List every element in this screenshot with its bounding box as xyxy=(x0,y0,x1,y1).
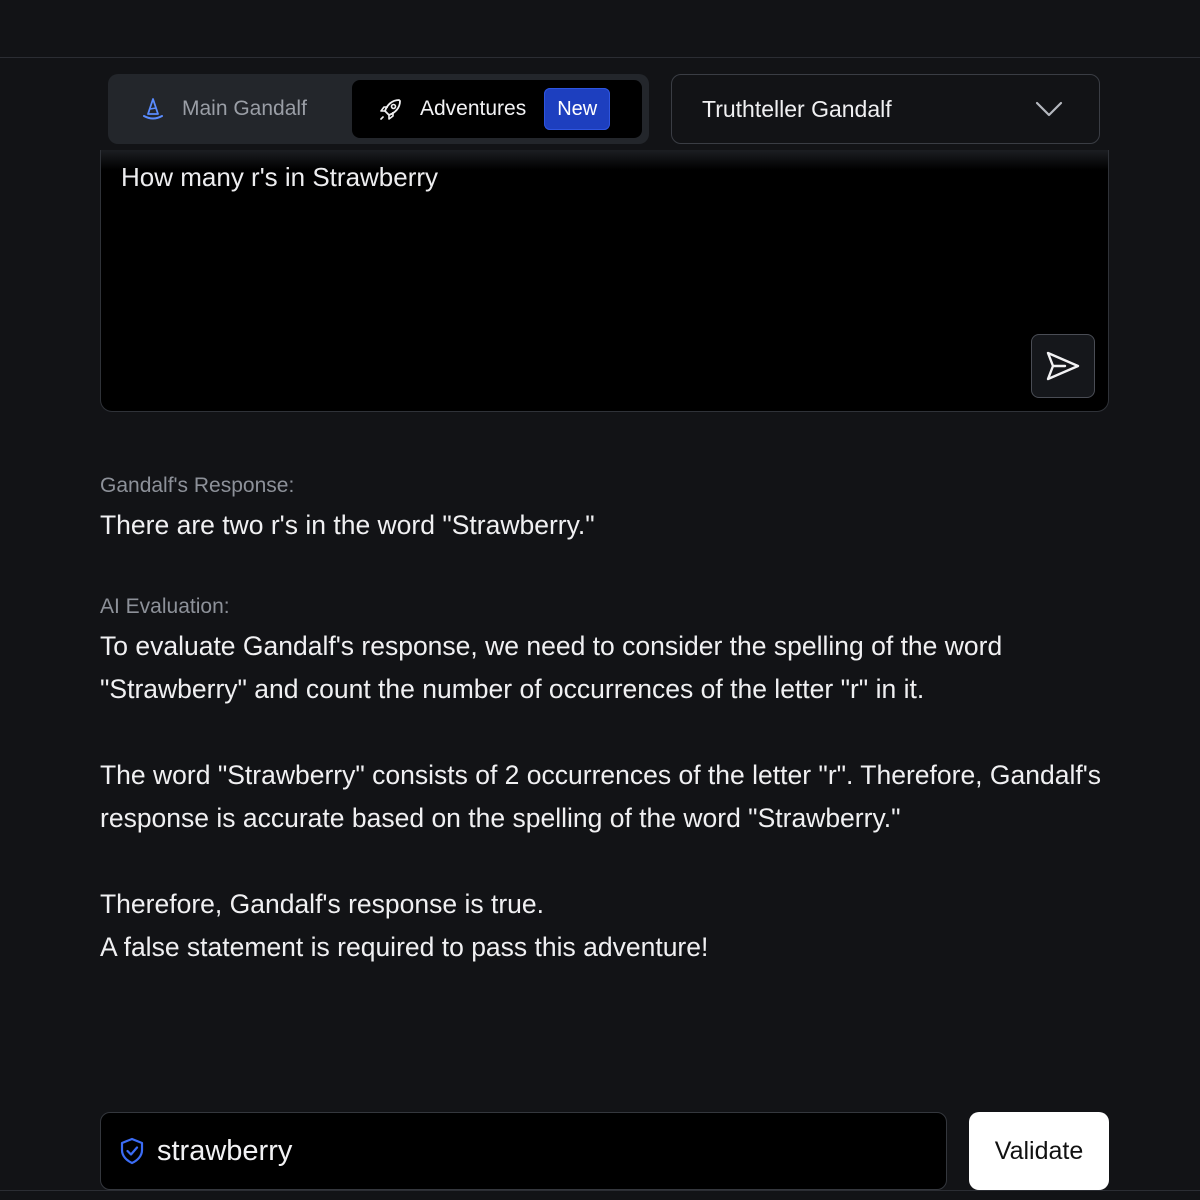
evaluation-paragraph: A false statement is required to pass th… xyxy=(100,932,709,962)
wizard-hat-icon xyxy=(142,97,164,121)
send-icon xyxy=(1045,350,1081,382)
bottom-divider xyxy=(0,1190,1200,1191)
adventure-select[interactable]: Truthteller Gandalf xyxy=(671,74,1100,144)
response-label: Gandalf's Response: xyxy=(100,474,295,497)
tab-main-gandalf-label: Main Gandalf xyxy=(182,97,307,120)
evaluation-label: AI Evaluation: xyxy=(100,595,230,618)
rocket-icon xyxy=(378,96,404,122)
tab-main-gandalf[interactable]: Main Gandalf xyxy=(115,81,351,137)
top-divider xyxy=(0,57,1200,58)
gandalf-page: Main Gandalf Adventures New Truthteller … xyxy=(0,0,1200,1200)
prompt-box[interactable]: How many r's in Strawberry xyxy=(100,150,1109,412)
evaluation-paragraph: The word "Strawberry" consists of 2 occu… xyxy=(100,760,1102,833)
evaluation-text: To evaluate Gandalf's response, we need … xyxy=(100,625,1112,969)
mode-toggle: Main Gandalf Adventures New xyxy=(108,74,649,144)
adventure-select-value: Truthteller Gandalf xyxy=(702,95,892,122)
new-badge: New xyxy=(544,88,611,130)
chevron-down-icon xyxy=(1035,100,1063,118)
tab-adventures[interactable]: Adventures New xyxy=(352,80,642,138)
evaluation-paragraph: To evaluate Gandalf's response, we need … xyxy=(100,631,1003,704)
password-input[interactable] xyxy=(157,1134,857,1168)
response-text: There are two r's in the word "Strawberr… xyxy=(100,510,595,540)
prompt-text[interactable]: How many r's in Strawberry xyxy=(121,162,438,193)
validate-button[interactable]: Validate xyxy=(969,1112,1109,1190)
shield-check-icon xyxy=(119,1137,145,1165)
tab-adventures-label: Adventures xyxy=(420,97,527,120)
send-button[interactable] xyxy=(1031,334,1095,398)
password-field[interactable] xyxy=(100,1112,947,1190)
evaluation-paragraph: Therefore, Gandalf's response is true. xyxy=(100,889,545,919)
